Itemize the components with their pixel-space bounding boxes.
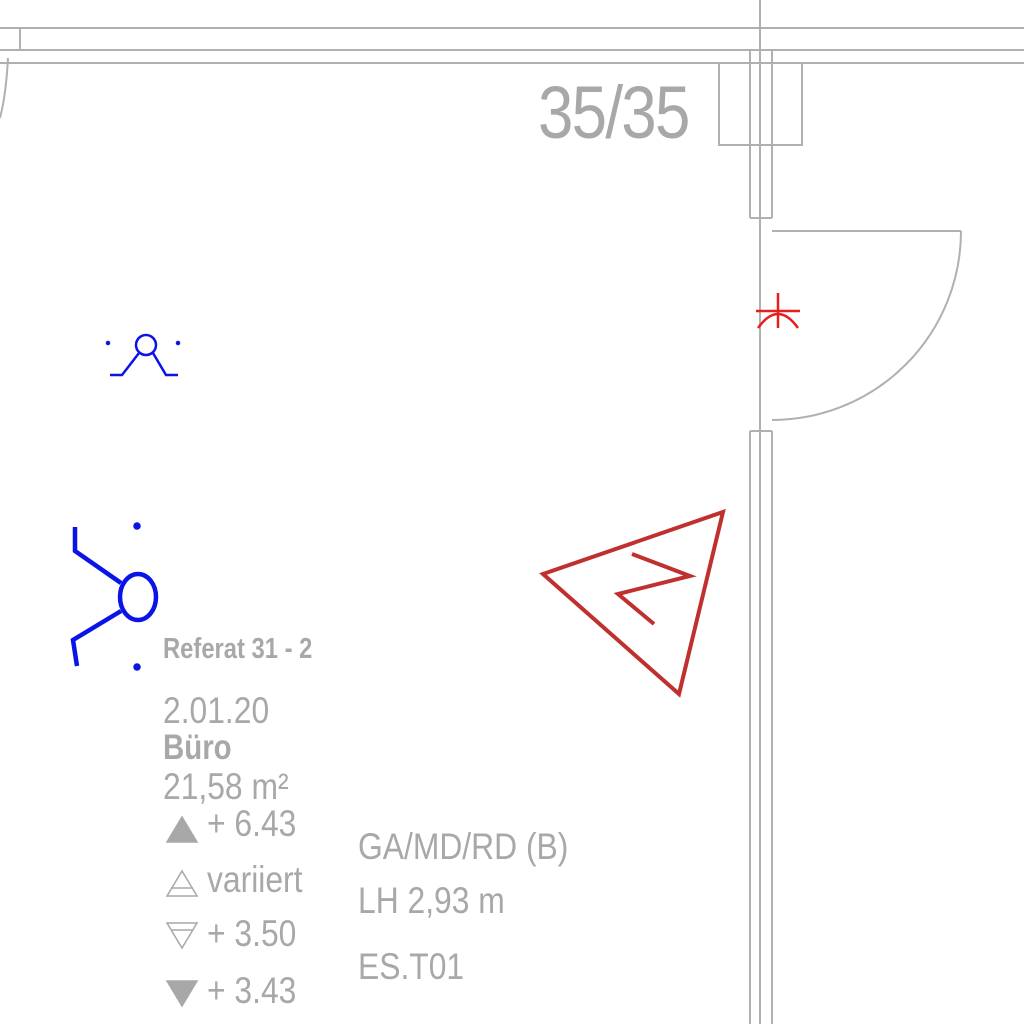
ceiling-type: GA/MD/RD (B)	[358, 826, 569, 867]
column-label: 35/35	[538, 71, 690, 154]
vertical-wall	[749, 0, 773, 1024]
level-floor-top: variiert	[207, 859, 303, 900]
clear-height: LH 2,93 m	[358, 880, 505, 921]
ceiling-light-icon	[105, 333, 181, 377]
door	[771, 230, 962, 421]
door-arc-left	[0, 57, 9, 119]
level-floor-raw: + 3.50	[207, 913, 297, 954]
filled-down-triangle-icon	[165, 980, 199, 1008]
top-wall	[0, 27, 1024, 64]
department-label: Referat 31 - 2	[163, 633, 313, 665]
room-code: ES.T01	[358, 946, 465, 987]
floor-plan	[0, 0, 1024, 1024]
outline-down-triangle-icon	[165, 922, 199, 950]
outline-up-triangle-icon	[165, 869, 199, 897]
filled-up-triangle-icon	[165, 815, 199, 843]
wall-light-icon	[70, 522, 159, 671]
level-bottom: + 3.43	[207, 970, 297, 1011]
door-contact-icon	[756, 293, 800, 329]
level-top: + 6.43	[207, 803, 297, 844]
fire-extinguisher-triangle-icon	[539, 508, 726, 698]
room-name: Büro	[163, 728, 232, 767]
room-area: 21,58 m²	[163, 766, 289, 807]
room-number: 2.01.20	[163, 690, 270, 731]
